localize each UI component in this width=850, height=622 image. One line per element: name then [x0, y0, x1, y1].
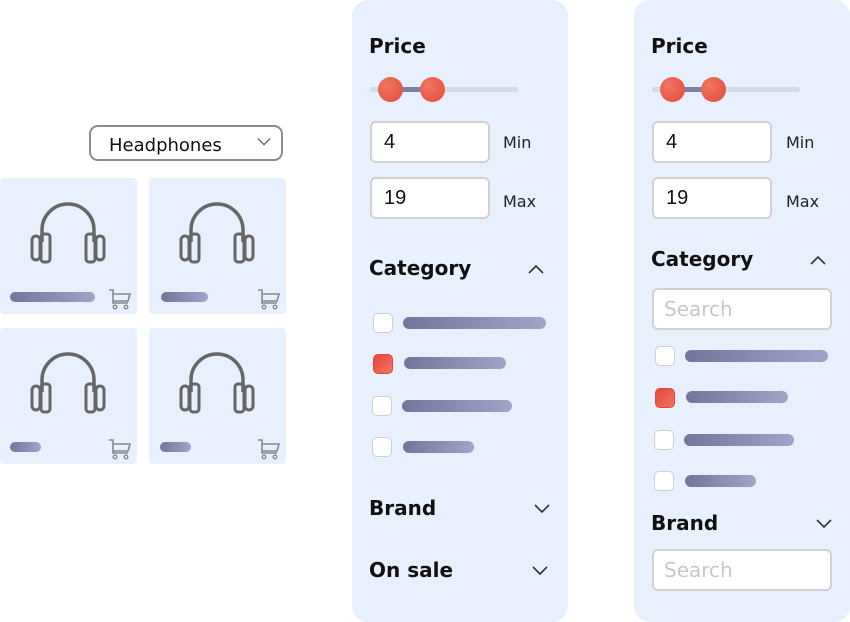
brand-search-input[interactable]: [652, 549, 832, 591]
product-card[interactable]: [0, 178, 137, 314]
cart-icon[interactable]: [108, 288, 132, 310]
category-checkbox[interactable]: [655, 346, 675, 366]
category-checkbox[interactable]: [654, 471, 674, 491]
category-select-value: Headphones: [109, 135, 222, 156]
on-sale-heading[interactable]: On sale: [369, 558, 453, 582]
cart-icon[interactable]: [257, 288, 281, 310]
brand-heading[interactable]: Brand: [651, 511, 718, 535]
category-label-placeholder: [403, 441, 474, 453]
category-checkbox[interactable]: [373, 313, 393, 333]
category-heading[interactable]: Category: [651, 247, 753, 271]
product-card[interactable]: [0, 328, 137, 464]
price-heading: Price: [651, 34, 708, 58]
price-min-input[interactable]: [370, 121, 490, 163]
chevron-down-icon[interactable]: [816, 519, 832, 529]
category-checkbox[interactable]: [372, 396, 392, 416]
category-checkbox[interactable]: [372, 437, 392, 457]
product-name-placeholder: [160, 442, 191, 452]
price-max-label: Max: [503, 192, 537, 211]
price-max-input[interactable]: [370, 177, 490, 219]
price-max-input[interactable]: [652, 177, 772, 219]
price-min-label: Min: [786, 133, 815, 152]
cart-icon[interactable]: [257, 438, 281, 460]
headphones-icon: [177, 202, 257, 266]
cart-icon[interactable]: [108, 438, 132, 460]
price-slider-max-handle[interactable]: [701, 77, 726, 102]
brand-heading[interactable]: Brand: [369, 496, 436, 520]
chevron-down-icon[interactable]: [532, 566, 548, 576]
filter-panel-with-search: Price Min Max Category Brand: [634, 0, 850, 622]
category-search-input[interactable]: [652, 288, 832, 330]
category-label-placeholder: [685, 350, 828, 362]
price-min-input[interactable]: [652, 121, 772, 163]
category-checkbox-checked[interactable]: [655, 388, 675, 408]
product-card[interactable]: [149, 328, 286, 464]
price-heading: Price: [369, 34, 426, 58]
category-checkbox-checked[interactable]: [373, 354, 393, 374]
category-label-placeholder: [684, 434, 794, 446]
headphones-icon: [28, 352, 108, 416]
price-slider-min-handle[interactable]: [660, 77, 685, 102]
chevron-up-icon[interactable]: [810, 255, 826, 265]
price-min-label: Min: [503, 133, 532, 152]
chevron-down-icon[interactable]: [534, 504, 550, 514]
product-name-placeholder: [161, 292, 208, 302]
category-label-placeholder: [403, 317, 546, 329]
product-card[interactable]: [149, 178, 286, 314]
product-name-placeholder: [10, 442, 41, 452]
price-slider-min-handle[interactable]: [378, 77, 403, 102]
category-label-placeholder: [404, 357, 506, 369]
category-heading[interactable]: Category: [369, 256, 471, 280]
price-slider-max-handle[interactable]: [420, 77, 445, 102]
category-select[interactable]: Headphones: [89, 125, 283, 161]
category-label-placeholder: [685, 475, 756, 487]
category-label-placeholder: [402, 400, 512, 412]
headphones-icon: [177, 352, 257, 416]
filter-panel: Price Min Max Category Brand On sale: [352, 0, 568, 622]
category-label-placeholder: [686, 391, 788, 403]
category-checkbox[interactable]: [654, 430, 674, 450]
headphones-icon: [28, 202, 108, 266]
product-name-placeholder: [10, 292, 95, 302]
chevron-up-icon[interactable]: [528, 264, 544, 274]
price-max-label: Max: [786, 192, 820, 211]
chevron-down-icon: [257, 138, 271, 146]
